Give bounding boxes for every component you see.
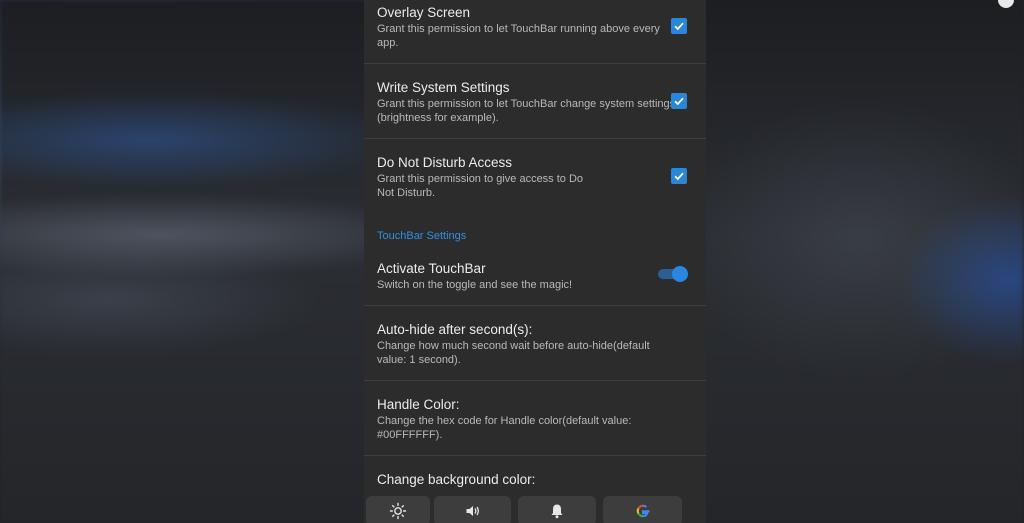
do-not-disturb-button[interactable] [518,496,596,523]
permission-description: Grant this permission to let TouchBar ch… [377,98,676,124]
brightness-button[interactable] [366,496,430,523]
divider [364,305,706,306]
setting-description: Change the hex code for Handle color(def… [377,415,632,441]
bell-icon [551,504,563,519]
permission-title: Do Not Disturb Access [377,155,513,170]
section-header-touchbar-settings: TouchBar Settings [377,230,467,242]
write-system-settings-checkbox[interactable] [671,93,687,109]
setting-title: Handle Color: [377,397,460,412]
google-button[interactable] [603,496,682,523]
permission-overlay-screen[interactable]: Overlay Screen Grant this permission to … [364,4,706,50]
overlay-screen-checkbox[interactable] [671,18,687,34]
check-icon [674,97,684,106]
brightness-icon [389,502,407,520]
setting-description: Switch on the toggle and see the magic! [377,279,573,291]
settings-panel: Overlay Screen Grant this permission to … [364,0,706,523]
divider [364,455,706,456]
toggle-thumb [672,266,688,282]
check-icon [674,172,684,181]
activate-touchbar-toggle[interactable] [658,266,688,282]
volume-button[interactable] [434,496,511,523]
setting-background-color[interactable]: Change background color: [364,471,706,488]
touchbar-overlay [364,494,706,523]
setting-handle-color[interactable]: Handle Color: Change the hex code for Ha… [364,396,706,442]
setting-title: Change background color: [377,472,536,487]
divider [364,63,706,64]
permission-do-not-disturb[interactable]: Do Not Disturb Access Grant this permiss… [364,154,706,200]
check-icon [674,22,684,31]
setting-auto-hide[interactable]: Auto-hide after second(s): Change how mu… [364,321,706,367]
setting-description: Change how much second wait before auto-… [377,340,650,366]
divider [364,138,706,139]
permission-description: Grant this permission to let TouchBar ru… [377,23,660,49]
permission-write-system-settings[interactable]: Write System Settings Grant this permiss… [364,79,706,125]
permission-title: Write System Settings [377,80,510,95]
permission-description: Grant this permission to give access to … [377,173,584,199]
setting-title: Activate TouchBar [377,261,486,276]
google-icon [636,504,649,518]
setting-activate-touchbar[interactable]: Activate TouchBar Switch on the toggle a… [364,260,706,292]
volume-icon [466,506,479,516]
permission-title: Overlay Screen [377,5,471,20]
divider [364,380,706,381]
do-not-disturb-checkbox[interactable] [671,168,687,184]
setting-title: Auto-hide after second(s): [377,322,533,337]
